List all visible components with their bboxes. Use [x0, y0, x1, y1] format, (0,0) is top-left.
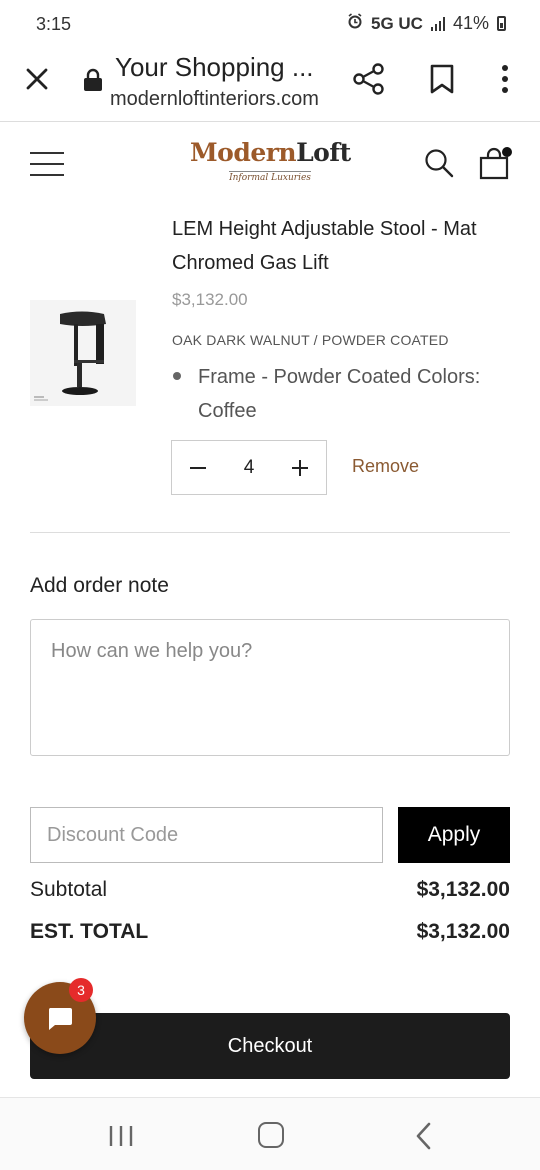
search-icon[interactable] [424, 148, 454, 178]
recent-apps-icon[interactable] [108, 1125, 134, 1147]
subtotal-row: Subtotal $3,132.00 [30, 878, 510, 902]
subtotal-value: $3,132.00 [416, 878, 510, 901]
site-header: ModernLoft Informal Luxuries [0, 122, 540, 206]
battery-percent: 41% [452, 13, 489, 33]
site-logo[interactable]: ModernLoft Informal Luxuries [190, 138, 351, 198]
system-navigation-bar [0, 1097, 540, 1170]
total-label: EST. TOTAL [30, 920, 149, 943]
share-icon[interactable] [352, 62, 386, 96]
apply-discount-button[interactable]: Apply [398, 807, 510, 863]
product-image[interactable] [30, 300, 136, 406]
plus-icon [292, 459, 308, 476]
more-options-icon[interactable] [494, 62, 516, 96]
product-name[interactable]: LEM Height Adjustable Stool - Mat Chrome… [172, 212, 482, 280]
chat-launcher-button[interactable]: 3 [24, 978, 96, 1054]
decrease-quantity-button[interactable] [172, 441, 224, 494]
browser-toolbar: Your Shopping ... modernloftinteriors.co… [0, 48, 540, 122]
close-icon[interactable] [22, 64, 52, 94]
home-icon[interactable] [258, 1122, 284, 1148]
alarm-icon [347, 13, 363, 34]
status-icons: 5G UC 41% [347, 13, 506, 34]
quantity-value[interactable]: 4 [224, 457, 274, 479]
cart-bag-icon[interactable] [478, 146, 512, 180]
bullet-icon [173, 372, 181, 380]
product-variant: OAK DARK WALNUT / POWDER COATED [172, 332, 449, 348]
stool-image [34, 311, 106, 401]
page-title: Your Shopping ... [115, 52, 314, 82]
logo-word-loft: Loft [296, 138, 351, 167]
lock-icon [84, 68, 102, 91]
chat-bubble-icon [48, 1008, 72, 1030]
subtotal-label: Subtotal [30, 878, 108, 901]
discount-code-input[interactable] [30, 807, 383, 863]
quantity-stepper: 4 [171, 440, 327, 495]
status-time: 3:15 [36, 14, 72, 34]
product-property: Frame - Powder Coated Colors: Coffee [198, 366, 481, 422]
battery-icon [497, 16, 506, 31]
product-price: $3,132.00 [172, 290, 248, 309]
network-label: 5G UC [371, 13, 423, 33]
total-row: EST. TOTAL $3,132.00 [30, 920, 510, 944]
status-bar: 3:15 5G UC 41% [0, 0, 540, 48]
back-icon[interactable] [412, 1122, 436, 1150]
hamburger-menu-icon[interactable] [30, 152, 64, 178]
divider [30, 532, 510, 533]
order-note-field[interactable] [30, 619, 510, 756]
url-bar[interactable]: modernloftinteriors.com [110, 88, 322, 111]
total-value: $3,132.00 [416, 920, 510, 943]
signal-icon [430, 16, 445, 31]
logo-tagline: Informal Luxuries [229, 171, 311, 183]
minus-icon [190, 466, 206, 469]
bookmark-icon[interactable] [428, 63, 456, 95]
chat-notification-badge: 3 [69, 978, 93, 1002]
order-note-label: Add order note [30, 574, 169, 597]
checkout-button[interactable]: Checkout [30, 1013, 510, 1079]
url-text: modernloftinteriors.com [110, 88, 319, 110]
logo-word-modern: Modern [190, 138, 297, 167]
increase-quantity-button[interactable] [274, 441, 326, 494]
remove-item-link[interactable]: Remove [352, 456, 419, 477]
